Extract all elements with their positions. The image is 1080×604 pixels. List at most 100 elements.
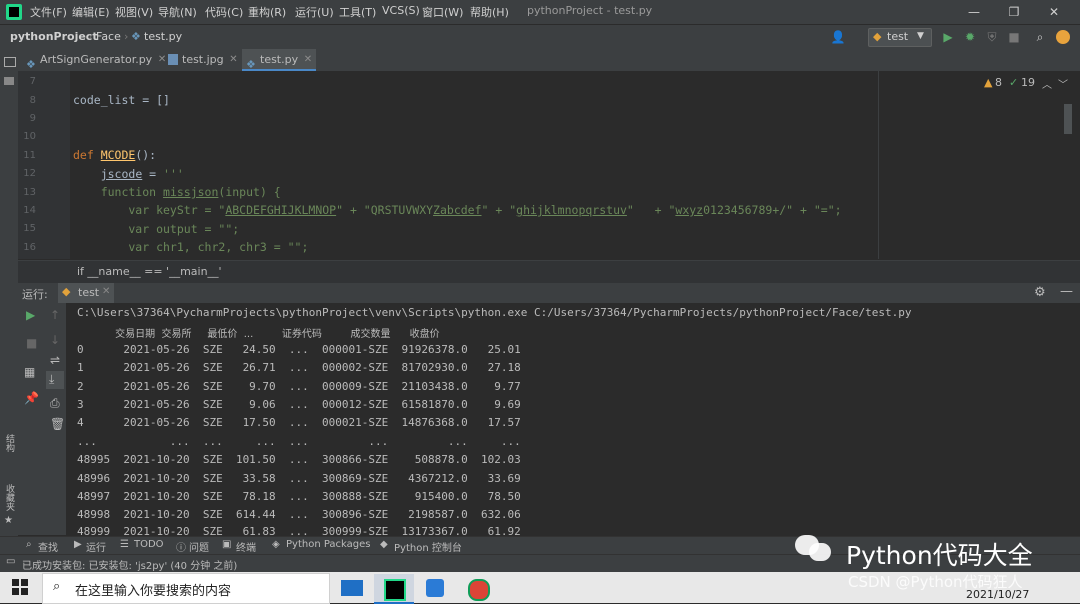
restore-button[interactable]: ❐ xyxy=(1004,2,1024,22)
windows-start-icon[interactable] xyxy=(12,579,28,595)
menu-refactor[interactable]: 重构(R) xyxy=(248,4,286,20)
tab-artsigngenerator[interactable]: ❖ ArtSignGenerator.py ✕ xyxy=(22,49,170,71)
status-message[interactable]: 已成功安装包: 已安装包: 'js2py' (40 分钟 之前) xyxy=(22,557,237,572)
close-icon[interactable]: ✕ xyxy=(102,286,110,297)
right-margin-guide xyxy=(878,71,879,259)
menu-tools[interactable]: 工具(T) xyxy=(339,4,376,20)
tool-tab-todo[interactable]: TODO xyxy=(134,539,164,550)
scroll-up-icon[interactable]: ↑ xyxy=(50,308,60,322)
close-button[interactable]: ✕ xyxy=(1044,2,1064,22)
pycharm-logo-icon xyxy=(6,4,22,20)
console-row: 1 2021-05-26 SZE 26.71 ... 000002-SZE 81… xyxy=(77,361,521,374)
tab-test-py[interactable]: ❖ test.py ✕ xyxy=(242,49,317,71)
breadcrumb-hint[interactable]: if __name__ == '__main__' xyxy=(18,260,1080,283)
editor-scrollbar[interactable] xyxy=(1064,104,1072,134)
chevron-down-icon: ▼ xyxy=(917,31,924,41)
layout-icon[interactable]: ▦ xyxy=(24,365,35,379)
tab-label: test.py xyxy=(260,53,299,66)
info-icon: ⓘ xyxy=(176,543,186,554)
console-row: 48998 2021-10-20 SZE 614.44 ... 300896-S… xyxy=(77,508,521,521)
tool-tab-packages[interactable]: Python Packages xyxy=(286,539,371,550)
scroll-to-end-button[interactable]: ⤓ xyxy=(46,371,64,389)
pycharm-app-icon[interactable] xyxy=(374,574,414,604)
code-line: def MCODE(): xyxy=(73,148,157,162)
close-icon[interactable]: ✕ xyxy=(229,49,237,71)
code-line: var output = ""; xyxy=(73,222,240,236)
chrome-app-icon[interactable] xyxy=(458,574,498,602)
line-number: 13 xyxy=(23,187,36,198)
menu-edit[interactable]: 编辑(E) xyxy=(72,4,110,20)
line-number: 15 xyxy=(23,223,36,234)
ok-count[interactable]: 19 xyxy=(1021,76,1035,89)
search-icon: ⌕ xyxy=(26,539,32,550)
soft-wrap-icon[interactable]: ⇌ xyxy=(50,353,60,367)
folder-icon[interactable] xyxy=(4,77,14,85)
tab-label: test.jpg xyxy=(182,53,224,66)
chevron-down-icon[interactable]: ﹀ xyxy=(1058,76,1068,91)
line-number: 11 xyxy=(23,150,36,161)
favorites-tab[interactable]: 收藏夹 xyxy=(3,484,16,511)
console-row: 2 2021-05-26 SZE 9.70 ... 000009-SZE 211… xyxy=(77,380,521,393)
menu-vcs[interactable]: VCS(S) xyxy=(382,4,420,17)
menu-code[interactable]: 代码(C) xyxy=(205,4,243,20)
hide-icon[interactable]: — xyxy=(1060,284,1073,299)
breadcrumb-separator-icon: › xyxy=(88,30,93,43)
print-icon[interactable]: ⎙ xyxy=(50,396,60,411)
tool-tab-problems[interactable]: 问题 xyxy=(189,539,209,554)
mail-app-icon[interactable] xyxy=(333,574,373,602)
tool-tab-terminal[interactable]: 终端 xyxy=(236,539,256,554)
console-header-row: 交易日期 交易所 最低价 ... 证券代码 成交数量 收盘价 xyxy=(77,329,440,340)
menu-file[interactable]: 文件(F) xyxy=(30,4,67,20)
pin-icon[interactable]: 📌 xyxy=(24,391,39,405)
terminal-icon: ▣ xyxy=(222,539,232,550)
gear-icon[interactable]: ⚙ xyxy=(1034,285,1046,300)
tool-tab-python-console[interactable]: Python 控制台 xyxy=(394,539,462,554)
chevron-up-icon[interactable]: ︿ xyxy=(1042,76,1052,91)
minimize-button[interactable]: — xyxy=(964,2,984,22)
tool-tab-find[interactable]: 查找 xyxy=(38,539,58,554)
menu-view[interactable]: 视图(V) xyxy=(115,4,153,20)
debug-icon[interactable]: ✹ xyxy=(962,29,978,45)
watermark-source: CSDN @Python代码狂人 xyxy=(848,573,1023,591)
structure-tab[interactable]: 结构 xyxy=(3,434,16,452)
breadcrumb-folder[interactable]: Face xyxy=(96,30,121,43)
breadcrumb-project[interactable]: pythonProject xyxy=(10,30,98,43)
scroll-down-icon[interactable]: ↓ xyxy=(50,333,60,347)
breadcrumb-separator-icon: › xyxy=(124,30,129,43)
coverage-icon[interactable]: ⛨ xyxy=(984,29,1000,45)
stop-icon[interactable]: ■ xyxy=(26,336,37,350)
warnings-count[interactable]: 8 xyxy=(995,76,1002,89)
hint-text: if __name__ == '__main__' xyxy=(77,265,222,278)
stop-icon[interactable]: ■ xyxy=(1006,29,1022,45)
project-icon[interactable] xyxy=(4,57,16,67)
taskbar-search[interactable]: ⌕ 在这里输入你要搜索的内容 xyxy=(42,573,330,604)
menu-navigate[interactable]: 导航(N) xyxy=(158,4,197,20)
line-number: 8 xyxy=(29,95,36,106)
run-tab-test[interactable]: ◆ test ✕ xyxy=(58,283,114,305)
run-console[interactable]: C:\Users\37364\PycharmProjects\pythonPro… xyxy=(66,303,1080,535)
wechat-logo-icon xyxy=(795,531,835,567)
vscode-app-icon[interactable] xyxy=(416,574,456,602)
run-icon[interactable]: ▶ xyxy=(940,29,956,45)
close-icon[interactable]: ✕ xyxy=(304,49,312,71)
user-icon[interactable]: 👤 xyxy=(830,29,846,45)
breadcrumb-file[interactable]: test.py xyxy=(144,30,182,43)
window-title: pythonProject - test.py xyxy=(527,4,653,17)
update-icon[interactable] xyxy=(1056,30,1070,44)
tool-tab-run[interactable]: 运行 xyxy=(86,539,106,554)
rerun-icon[interactable]: ▶ xyxy=(26,308,35,322)
menu-run[interactable]: 运行(U) xyxy=(295,4,334,20)
run-config-label: test xyxy=(887,30,909,43)
console-row: 4 2021-05-26 SZE 17.50 ... 000021-SZE 14… xyxy=(77,416,521,429)
trash-icon[interactable]: 🗑 xyxy=(50,417,65,431)
editor-tab-bar: ❖ ArtSignGenerator.py ✕ test.jpg ✕ ❖ tes… xyxy=(18,49,1080,72)
tab-test-jpg[interactable]: test.jpg ✕ xyxy=(164,49,242,71)
menu-help[interactable]: 帮助(H) xyxy=(470,4,509,20)
search-icon[interactable]: ⌕ xyxy=(1032,29,1048,45)
run-config-select[interactable]: ◆ test ▼ xyxy=(868,28,932,47)
menu-window[interactable]: 窗口(W) xyxy=(422,4,463,20)
run-tab-label: test xyxy=(78,286,100,299)
python-file-icon: ❖ xyxy=(246,58,256,71)
console-row: 48996 2021-10-20 SZE 33.58 ... 300869-SZ… xyxy=(77,472,521,485)
scroll-to-end-icon: ⤓ xyxy=(49,372,55,386)
